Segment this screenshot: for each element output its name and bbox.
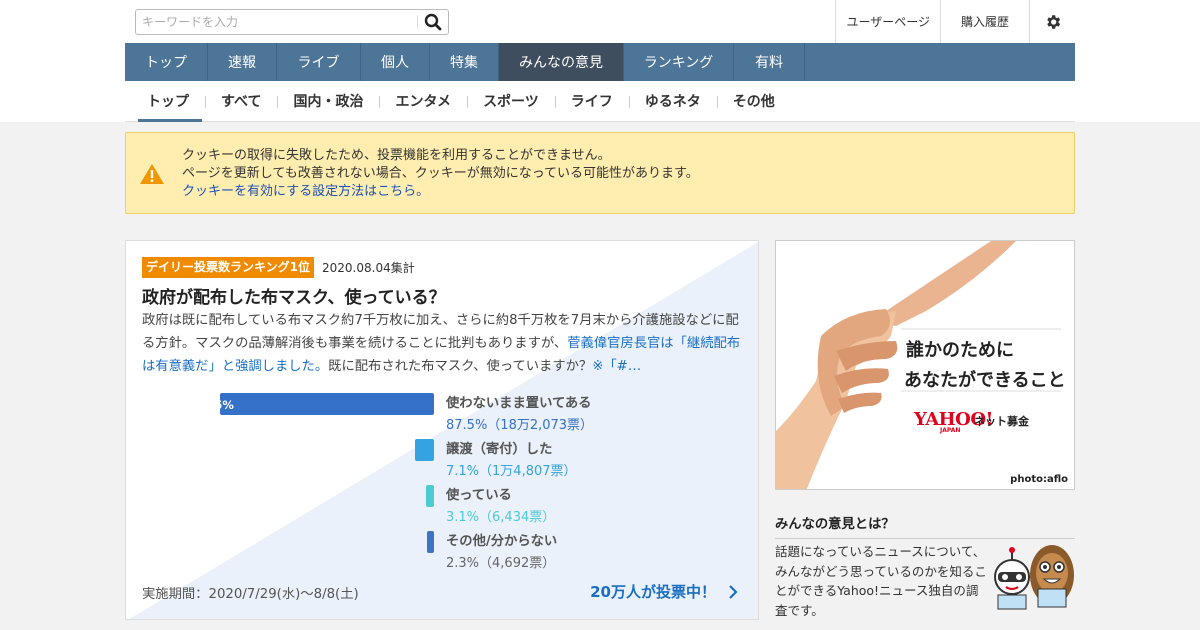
nav-item-0[interactable]: トップ xyxy=(125,43,208,81)
poll-period: 実施期間：2020/7/29(水)〜8/8(土) xyxy=(142,587,359,602)
primary-nav: トップ 速報 ライブ 個人 特集 みんなの意見 ランキング 有料 xyxy=(125,43,1075,81)
subnav-item-4[interactable]: スポーツ xyxy=(467,81,555,122)
voting-count-label: 20万人が投票中！ xyxy=(590,583,716,601)
sub-nav: トップ すべて 国内・政治 エンタメ スポーツ ライフ ゆるネタ その他 xyxy=(125,81,1075,122)
poll-description: 政府は既に配布している布マスク約7千万枚に加え、さらに約8千万枚を7月末から介護… xyxy=(142,309,746,378)
poll-bar-0 xyxy=(220,393,434,415)
header-links: ユーザーページ 購入履歴 xyxy=(835,0,1075,43)
poll-option-label-3: その他/分からない xyxy=(446,534,558,549)
search-icon[interactable] xyxy=(422,11,444,33)
chevron-right-icon xyxy=(729,584,738,599)
subnav-item-1[interactable]: すべて xyxy=(205,81,277,122)
poll-option-value-0: 87.5%（18万2,073票） xyxy=(446,418,594,433)
poll-bar-3 xyxy=(427,531,434,553)
nav-item-2[interactable]: ライブ xyxy=(277,43,361,81)
poll-option-label-0: 使わないまま置いてある xyxy=(446,396,592,411)
poll-option-label-1: 譲渡（寄付）した xyxy=(446,442,553,457)
subnav-item-2[interactable]: 国内・政治 xyxy=(277,81,379,122)
top-bar-percent: 87.5% xyxy=(194,398,234,412)
net-donation-label: ネット募金 xyxy=(974,415,1029,428)
search-input[interactable] xyxy=(136,10,416,34)
search-divider xyxy=(417,15,418,29)
warning-icon xyxy=(140,164,164,184)
header: ユーザーページ 購入履歴 xyxy=(125,0,1075,43)
subnav-item-3[interactable]: エンタメ xyxy=(379,81,467,122)
poll-title[interactable]: 政府が配布した布マスク、使っている？ xyxy=(142,283,446,308)
ranking-badge: デイリー投票数ランキング1位 xyxy=(142,257,314,278)
purchase-history-link[interactable]: 購入履歴 xyxy=(939,0,1029,43)
search-box xyxy=(135,9,449,35)
desc-tail-link[interactable]: ※「#… xyxy=(592,359,641,374)
ad-headline-1: 誰かのために xyxy=(906,340,1014,361)
photo-credit: photo:aflo xyxy=(1010,474,1068,485)
subnav-item-5[interactable]: ライフ xyxy=(554,81,629,122)
nav-item-5[interactable]: みんなの意見 xyxy=(499,43,624,81)
donation-ad[interactable]: 誰かのために あなたができること YAHOO! JAPAN ネット募金 phot… xyxy=(775,240,1075,490)
poll-bar-2 xyxy=(426,485,434,507)
nav-item-6[interactable]: ランキング xyxy=(624,43,734,81)
poll-date: 2020.08.04集計 xyxy=(322,261,415,275)
about-heading: みんなの意見とは？ xyxy=(775,513,1075,539)
poll-card[interactable]: デイリー投票数ランキング1位 2020.08.04集計 政府が配布した布マスク、… xyxy=(125,240,759,620)
ad-headline-2: あなたができること xyxy=(904,370,1066,391)
cookie-settings-link[interactable]: クッキーを有効にする設定方法はこちら。 xyxy=(182,184,429,199)
subnav-item-6[interactable]: ゆるネタ xyxy=(628,81,717,122)
warning-line-2: ページを更新しても改善されない場合、クッキーが無効になっている可能性があります。 xyxy=(182,166,699,181)
nav-item-3[interactable]: 個人 xyxy=(361,43,430,81)
nav-item-1[interactable]: 速報 xyxy=(208,43,277,81)
about-text: 話題になっているニュースについて、みんながどう思っているのかを知ることができるY… xyxy=(775,544,987,618)
subnav-item-7[interactable]: その他 xyxy=(716,81,791,122)
nav-item-4[interactable]: 特集 xyxy=(430,43,499,81)
nav-item-7[interactable]: 有料 xyxy=(734,43,805,81)
poll-option-value-3: 2.3%（4,692票） xyxy=(446,556,556,571)
poll-results: 使わないまま置いてある 87.5%（18万2,073票） 譲渡（寄付）した 7.1%（… xyxy=(126,391,758,571)
user-page-link[interactable]: ユーザーページ xyxy=(835,0,940,43)
poll-bar-1 xyxy=(415,439,434,461)
cookie-warning: クッキーの取得に失敗したため、投票機能を利用することができません。 ページを更新… xyxy=(125,132,1075,214)
poll-option-value-2: 3.1%（6,434票） xyxy=(446,510,556,525)
settings-button[interactable] xyxy=(1029,0,1075,43)
yahoo-japan-logo-sub: JAPAN xyxy=(940,427,961,434)
subnav-item-0[interactable]: トップ xyxy=(125,81,205,122)
voting-count-link[interactable]: 20万人が投票中！ xyxy=(590,581,742,602)
poll-option-value-1: 7.1%（1万4,807票） xyxy=(446,464,577,479)
desc-text-after: 既に配布された布マスク、使っていますか？ xyxy=(328,359,593,374)
mascot-illustration xyxy=(994,545,1074,610)
gear-icon xyxy=(1046,14,1060,29)
warning-line-1: クッキーの取得に失敗したため、投票機能を利用することができません。 xyxy=(182,148,611,163)
poll-option-label-2: 使っている xyxy=(446,488,512,503)
